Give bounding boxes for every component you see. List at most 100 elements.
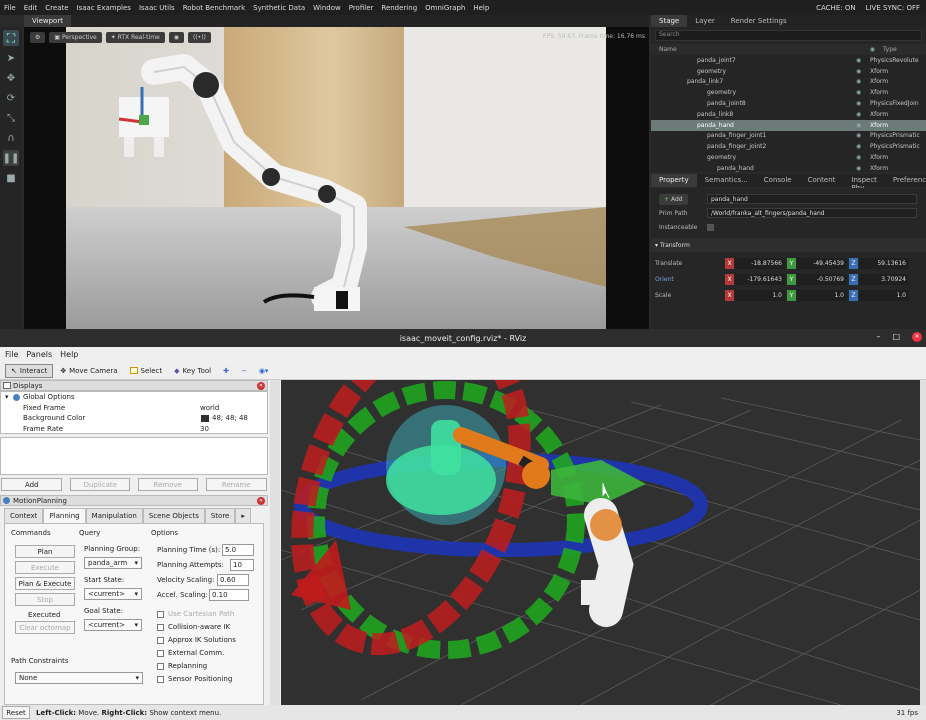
menu-isaac-examples[interactable]: Isaac Examples <box>73 4 135 12</box>
sensor-positioning-checkbox[interactable]: Sensor Positioning <box>157 675 232 683</box>
plan-and-execute-button[interactable]: Plan & Execute <box>15 577 75 590</box>
stage-row[interactable]: panda_finger_joint1 ◉ PhysicsPrismatic <box>651 131 926 142</box>
translate-z-field[interactable]: 59.13616 <box>859 257 909 269</box>
menu-create[interactable]: Create <box>41 4 72 12</box>
approx-ik-checkbox[interactable]: Approx IK Solutions <box>157 636 236 644</box>
remove-tool-icon[interactable]: − <box>236 365 252 377</box>
add-tool-icon[interactable]: ✚ <box>218 365 234 377</box>
rotate-icon[interactable]: ⟳ <box>3 90 19 106</box>
translate-y-field[interactable]: -49.45439 <box>797 257 847 269</box>
clear-octomap-button[interactable]: Clear octomap <box>15 621 75 634</box>
menu-synthetic-data[interactable]: Synthetic Data <box>249 4 309 12</box>
eye-icon[interactable]: ◉ <box>856 100 861 107</box>
prim-name-field[interactable]: panda_hand <box>707 194 917 204</box>
stage-row[interactable]: panda_link7 ◉ Xform <box>651 77 926 88</box>
menu-rendering[interactable]: Rendering <box>377 4 421 12</box>
tab-property[interactable]: Property <box>651 174 697 187</box>
stage-row[interactable]: geometry ◉ Xform <box>651 66 926 77</box>
stage-row[interactable]: panda_link8 ◉ Xform <box>651 109 926 120</box>
orient-label[interactable]: Orient <box>655 276 674 283</box>
tab-content[interactable]: Content <box>800 174 844 187</box>
prop-value[interactable]: 30 <box>200 425 209 433</box>
accel-scaling-spinbox[interactable]: 0.10 <box>209 589 249 601</box>
display-row[interactable]: Fixed Frame world <box>1 403 267 414</box>
col-name[interactable]: Name <box>659 46 677 53</box>
stage-search-input[interactable]: Search <box>655 30 922 41</box>
eye-icon[interactable]: ◉ <box>856 132 861 139</box>
planning-group-select[interactable]: panda_arm <box>84 557 142 569</box>
menu-file[interactable]: File <box>0 4 20 12</box>
path-constraints-select[interactable]: None <box>15 672 143 684</box>
tab-stored[interactable]: Store <box>204 508 236 523</box>
menu-help[interactable]: Help <box>60 350 78 359</box>
global-options-row[interactable]: ▾ Global Options <box>1 392 267 403</box>
interact-tool[interactable]: ↖ Interact <box>5 363 54 378</box>
menu-help[interactable]: Help <box>469 4 493 12</box>
eye-icon[interactable]: ◉ <box>856 143 861 150</box>
planning-time-spinbox[interactable]: 5.0 <box>222 544 254 556</box>
rviz-titlebar[interactable]: isaac_moveit_config.rviz* - RViz – □ ✕ <box>0 329 926 347</box>
pause-icon[interactable]: ❚❚ <box>3 150 19 166</box>
menu-isaac-utils[interactable]: Isaac Utils <box>135 4 179 12</box>
col-type[interactable]: Type <box>883 46 897 53</box>
tab-manipulation[interactable]: Manipulation <box>85 508 143 523</box>
tab-planning[interactable]: Planning <box>43 508 86 523</box>
transform-section-header[interactable]: ▾ Transform <box>651 238 926 252</box>
maximize-icon[interactable]: □ <box>892 332 900 342</box>
scale-y-field[interactable]: 1.0 <box>797 289 847 301</box>
prop-value[interactable]: world <box>200 404 219 412</box>
audio-icon[interactable]: ((•)) <box>187 31 211 43</box>
translate-x-field[interactable]: -18.87566 <box>735 257 785 269</box>
start-state-select[interactable]: <current> <box>84 588 142 600</box>
select-frame-icon[interactable]: ⛶ <box>3 30 19 46</box>
render-mode-button[interactable]: ✦ RTX Real-time <box>105 31 165 43</box>
prim-path-field[interactable]: /World/franka_alt_fingers/panda_hand <box>707 208 917 218</box>
stop-button[interactable]: Stop <box>15 593 75 606</box>
select-tool[interactable]: Select <box>125 365 168 377</box>
menu-edit[interactable]: Edit <box>20 4 42 12</box>
stage-row[interactable]: geometry ◉ Xform <box>651 87 926 98</box>
stage-row[interactable]: panda_joint7 ◉ PhysicsRevolute <box>651 55 926 66</box>
tab-scene-objects[interactable]: Scene Objects <box>142 508 205 523</box>
scale-x-field[interactable]: 1.0 <box>735 289 785 301</box>
use-cartesian-path-checkbox[interactable]: Use Cartesian Path <box>157 610 234 618</box>
tab-render-settings[interactable]: Render Settings <box>723 15 795 27</box>
right-dock-handle[interactable] <box>920 380 926 705</box>
display-row[interactable]: Frame Rate 30 <box>1 424 267 434</box>
replanning-checkbox[interactable]: Replanning <box>157 662 207 670</box>
minimize-icon[interactable]: – <box>876 332 880 342</box>
eye-icon[interactable]: ◉ <box>856 122 861 129</box>
eye-icon[interactable]: ◉ <box>856 89 861 96</box>
eye-icon[interactable]: ◉ <box>856 154 861 161</box>
planning-attempts-spinbox[interactable]: 10 <box>230 559 254 571</box>
tab-inspect-physics[interactable]: Inspect Phy... <box>843 174 885 192</box>
viewport-3d[interactable]: ⚙ ▣ Perspective ✦ RTX Real-time ◉ ((•)) … <box>24 27 649 329</box>
stage-row-selected[interactable]: panda_hand ◉ Xform <box>651 119 926 131</box>
plan-button[interactable]: Plan <box>15 545 75 558</box>
scale-z-field[interactable]: 1.0 <box>859 289 909 301</box>
cache-status[interactable]: CACHE: ON <box>816 4 855 12</box>
add-display-button[interactable]: Add <box>1 478 63 491</box>
menu-profiler[interactable]: Profiler <box>345 4 378 12</box>
reset-button[interactable]: Reset <box>2 706 30 719</box>
velocity-scaling-spinbox[interactable]: 0.60 <box>217 574 249 586</box>
view-dropdown-icon[interactable]: ◉▾ <box>254 365 274 377</box>
rename-display-button[interactable]: Rename <box>205 478 267 491</box>
expand-triangle-icon[interactable]: ▾ <box>5 393 9 401</box>
tab-stage[interactable]: Stage <box>651 15 688 27</box>
viewport-settings-gear-icon[interactable]: ⚙ <box>30 31 46 43</box>
stop-icon[interactable]: ■ <box>3 170 19 186</box>
stage-row[interactable]: panda_finger_joint2 ◉ PhysicsPrismatic <box>651 141 926 152</box>
scale-icon[interactable]: ⤡ <box>3 110 19 126</box>
orient-z-field[interactable]: 3.70924 <box>859 273 909 285</box>
eye-icon[interactable]: ◉ <box>856 68 861 75</box>
key-tool[interactable]: ◆ Key Tool <box>169 365 216 377</box>
tab-semantics[interactable]: Semantics... <box>697 174 756 187</box>
eye-icon[interactable]: ◉ <box>856 165 861 172</box>
close-icon[interactable]: ✕ <box>257 382 265 390</box>
pointer-icon[interactable]: ➤ <box>3 50 19 66</box>
move-icon[interactable]: ✥ <box>3 70 19 86</box>
menu-panels[interactable]: Panels <box>26 350 52 359</box>
remove-display-button[interactable]: Remove <box>138 478 198 491</box>
prop-value[interactable]: 48; 48; 48 <box>212 414 248 422</box>
